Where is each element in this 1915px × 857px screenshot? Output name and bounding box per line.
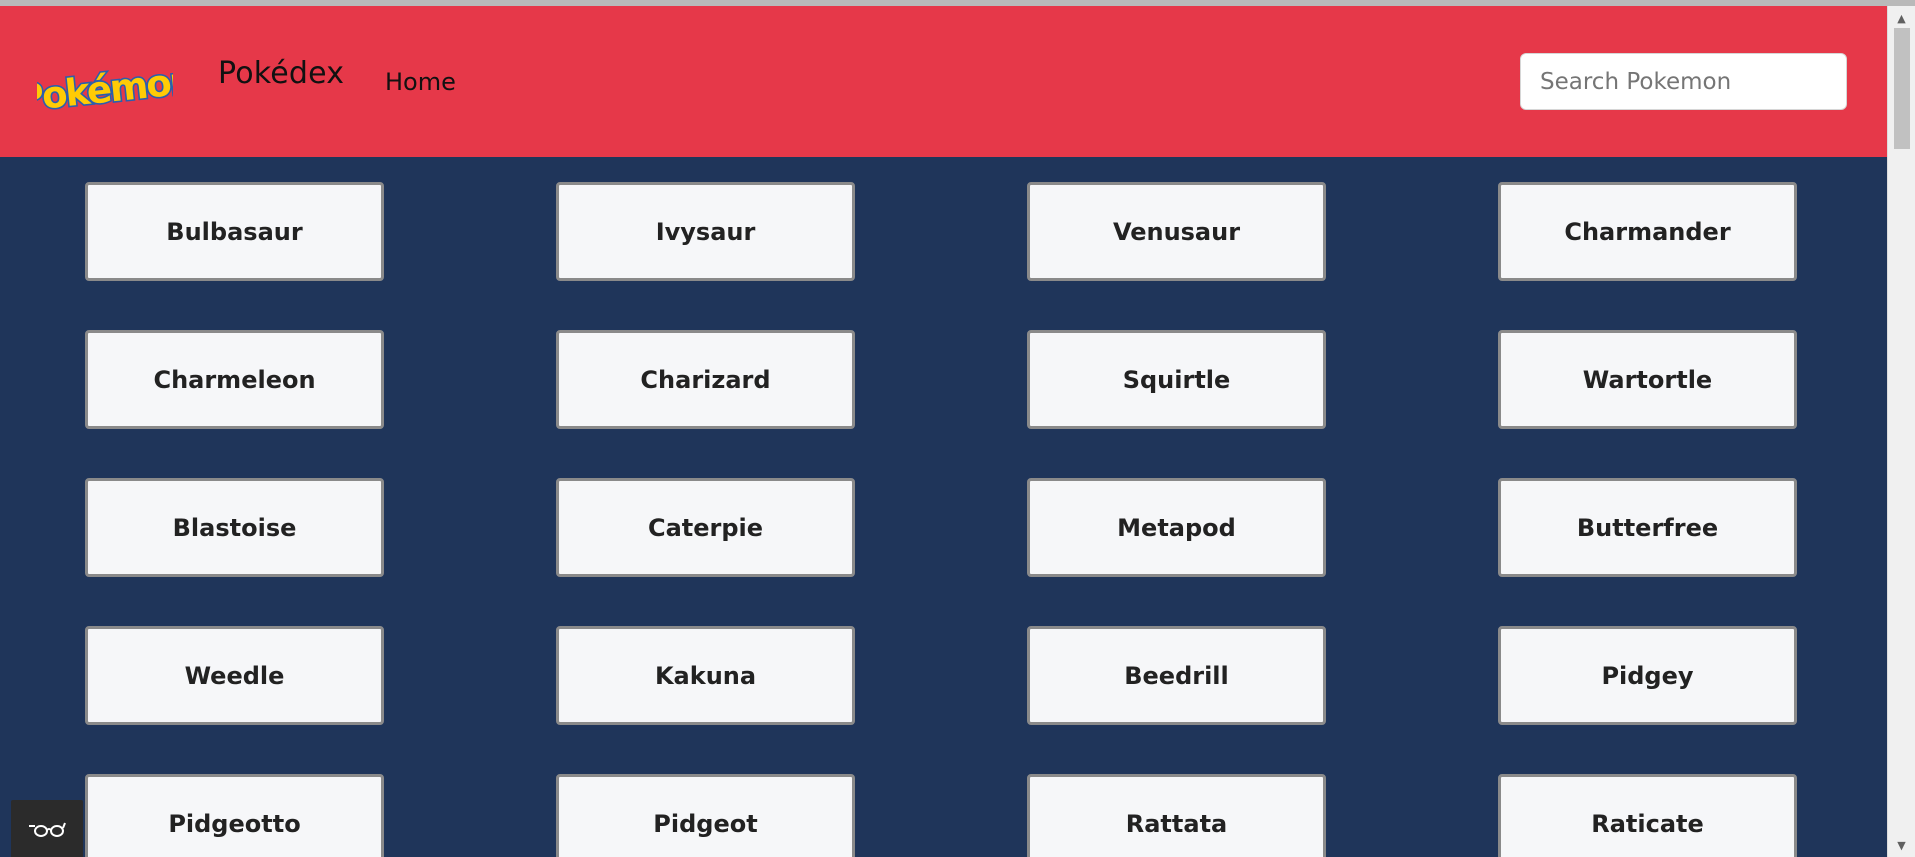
glasses-icon bbox=[29, 822, 66, 837]
pokemon-card[interactable]: Blastoise bbox=[85, 478, 384, 577]
brand-title[interactable]: Pokédex bbox=[218, 56, 344, 91]
pokemon-grid: Bulbasaur Ivysaur Venusaur Charmander Ch… bbox=[85, 182, 1799, 857]
pokemon-card[interactable]: Pidgeotto bbox=[85, 774, 384, 857]
scroll-up-arrow-icon[interactable]: ▲ bbox=[1888, 8, 1915, 28]
pokemon-card[interactable]: Charmeleon bbox=[85, 330, 384, 429]
pokemon-card[interactable]: Weedle bbox=[85, 626, 384, 725]
pokemon-card[interactable]: Metapod bbox=[1027, 478, 1326, 577]
pokemon-card[interactable]: Kakuna bbox=[556, 626, 855, 725]
pokemon-logo-image: Pokémon bbox=[13, 57, 197, 122]
pokemon-card[interactable]: Ivysaur bbox=[556, 182, 855, 281]
pokemon-card[interactable]: Pidgeot bbox=[556, 774, 855, 857]
search-input[interactable] bbox=[1520, 53, 1847, 110]
pokemon-card[interactable]: Bulbasaur bbox=[85, 182, 384, 281]
pokemon-card[interactable]: Wartortle bbox=[1498, 330, 1797, 429]
scrollbar-thumb[interactable] bbox=[1894, 28, 1910, 149]
vertical-scrollbar[interactable]: ▲ ▼ bbox=[1887, 6, 1915, 857]
pokemon-card[interactable]: Butterfree bbox=[1498, 478, 1797, 577]
svg-text:Pokémon: Pokémon bbox=[37, 59, 173, 119]
nav-home-link[interactable]: Home bbox=[385, 68, 456, 96]
pokemon-card[interactable]: Charmander bbox=[1498, 182, 1797, 281]
scroll-down-arrow-icon[interactable]: ▼ bbox=[1888, 835, 1915, 855]
navbar: Pokémon Pokédex Home bbox=[0, 6, 1887, 157]
pokemon-card[interactable]: Squirtle bbox=[1027, 330, 1326, 429]
pokemon-card[interactable]: Venusaur bbox=[1027, 182, 1326, 281]
pokemon-card[interactable]: Pidgey bbox=[1498, 626, 1797, 725]
pokemon-card[interactable]: Rattata bbox=[1027, 774, 1326, 857]
accessibility-toggle-button[interactable] bbox=[11, 800, 83, 857]
pokemon-card[interactable]: Charizard bbox=[556, 330, 855, 429]
page-viewport: Pokémon Pokédex Home Bulbasaur Ivysaur V… bbox=[0, 6, 1887, 857]
pokemon-logo[interactable]: Pokémon bbox=[13, 52, 197, 122]
pokemon-card[interactable]: Raticate bbox=[1498, 774, 1797, 857]
pokemon-card[interactable]: Caterpie bbox=[556, 478, 855, 577]
pokemon-card[interactable]: Beedrill bbox=[1027, 626, 1326, 725]
